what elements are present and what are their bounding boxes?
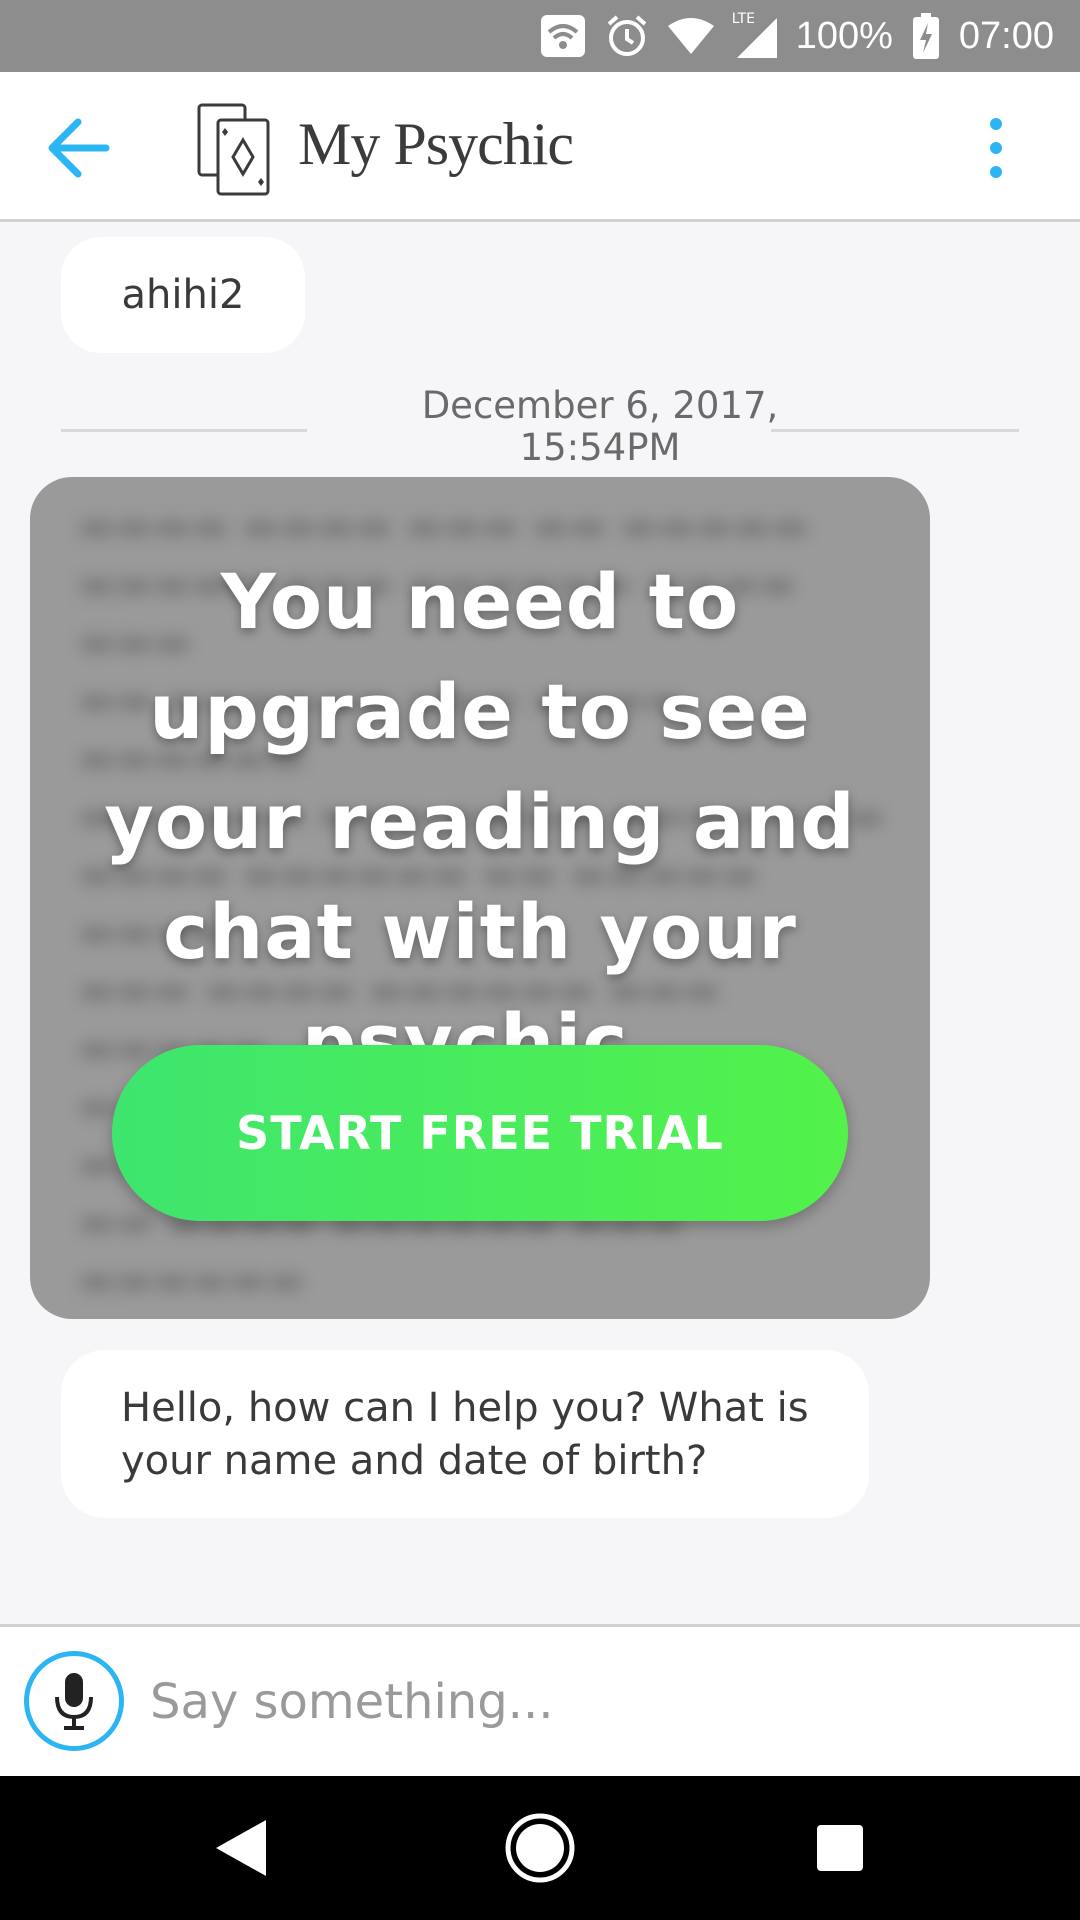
arrow-left-icon bbox=[48, 118, 110, 178]
system-nav-bar bbox=[0, 1776, 1080, 1920]
wifi-icon bbox=[667, 13, 714, 59]
date-line2: 15:54PM bbox=[519, 426, 681, 469]
nav-recents-button[interactable] bbox=[798, 1806, 882, 1890]
message-input-bar bbox=[0, 1624, 1080, 1776]
app-title: My Psychic bbox=[298, 111, 574, 177]
date-separator: December 6, 2017, 15:54PM bbox=[61, 385, 1019, 475]
message-text: Hello, how can I help you? What is your … bbox=[121, 1385, 809, 1484]
date-line1: December 6, 2017, bbox=[421, 384, 779, 427]
upgrade-message: You need to upgrade to see your reading … bbox=[104, 557, 856, 1086]
recents-square-icon bbox=[817, 1825, 863, 1871]
nav-home-button[interactable] bbox=[498, 1806, 582, 1890]
button-label: START FREE TRIAL bbox=[236, 1106, 724, 1160]
back-button[interactable] bbox=[44, 110, 124, 186]
battery-percent: 100% bbox=[795, 14, 893, 57]
battery-charging-icon bbox=[911, 13, 941, 59]
nav-back-button[interactable] bbox=[198, 1806, 282, 1890]
message-input[interactable] bbox=[148, 1651, 1052, 1753]
clock: 07:00 bbox=[958, 14, 1054, 57]
signal-icon: LTE bbox=[731, 11, 778, 59]
mic-button[interactable] bbox=[24, 1651, 124, 1751]
wifi-hotspot-icon bbox=[540, 13, 586, 59]
back-triangle-icon bbox=[216, 1820, 266, 1876]
start-free-trial-button[interactable]: START FREE TRIAL bbox=[112, 1045, 848, 1221]
message-text: ahihi2 bbox=[121, 272, 245, 318]
app-bar: My Psychic bbox=[0, 72, 1080, 222]
chat-bubble-psychic: Hello, how can I help you? What is your … bbox=[61, 1350, 869, 1518]
date-label: December 6, 2017, 15:54PM bbox=[361, 385, 839, 469]
more-vertical-icon bbox=[990, 118, 1002, 178]
chat-bubble-user: ahihi2 bbox=[61, 237, 305, 353]
overflow-menu-button[interactable] bbox=[974, 112, 1018, 184]
network-type: LTE bbox=[731, 11, 755, 27]
locked-reading-card: ▬▬▬▬ ▬▬▬▬ ▬▬▬ ▬▬ ▬▬▬▬▬ ▬▬▬▬▬ ▬▬▬ ▬▬▬▬▬▬ … bbox=[30, 477, 930, 1319]
home-circle-icon bbox=[505, 1813, 575, 1883]
status-bar: LTE 100% 07:00 bbox=[0, 0, 1080, 72]
alarm-icon bbox=[604, 13, 650, 59]
divider bbox=[61, 429, 307, 432]
divider bbox=[771, 429, 1019, 432]
cards-logo-icon bbox=[196, 100, 272, 196]
microphone-icon bbox=[55, 1673, 93, 1730]
